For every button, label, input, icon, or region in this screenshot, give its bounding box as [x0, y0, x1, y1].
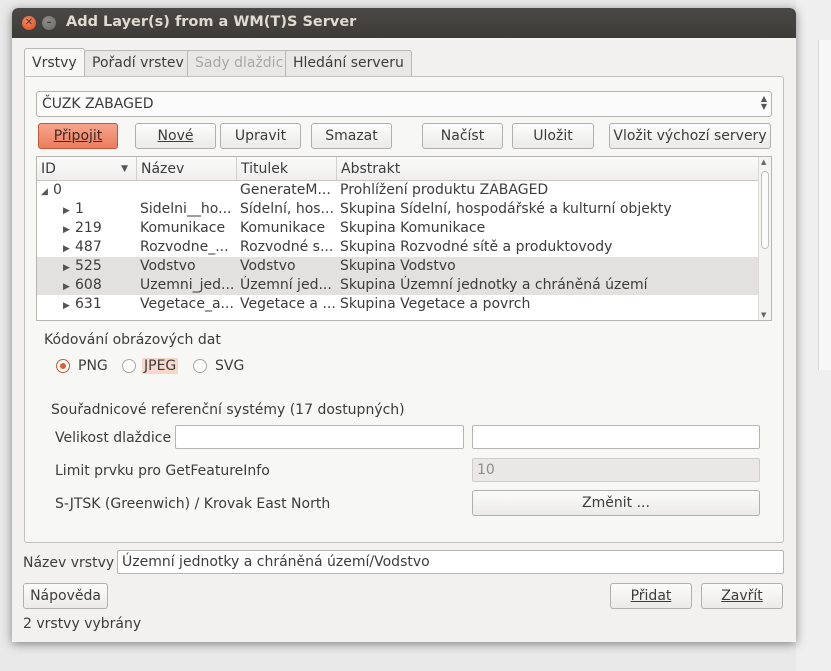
connect-button[interactable]: Připojit [38, 123, 118, 149]
tree-scrollbar[interactable]: ▲ ▼ [758, 157, 771, 320]
collapsed-arrow-icon[interactable]: ▶ [63, 202, 75, 219]
feature-limit-label: Limit prvku pro GetFeatureInfo [55, 463, 270, 479]
close-button[interactable]: Zavřít [701, 583, 783, 609]
table-row[interactable]: ◢ 0 GenerateM... Prohlížení produktu ZABA… [37, 181, 759, 200]
radio-png[interactable] [56, 359, 70, 373]
column-header-title[interactable]: Titulek [237, 157, 337, 181]
window-title: Add Layer(s) from a WM(T)S Server [66, 14, 357, 30]
radio-svg-label[interactable]: SVG [215, 358, 244, 374]
encoding-label: Kódování obrázových dat [44, 332, 221, 348]
tab-layer-order[interactable]: Pořadí vrstev [84, 50, 192, 76]
sort-desc-icon: ▼ [121, 164, 128, 174]
column-header-name[interactable]: Název [137, 157, 237, 181]
change-crs-button[interactable]: Změnit ... [472, 490, 760, 516]
selected-crs-label: S-JTSK (Greenwich) / Krovak East North [55, 496, 331, 512]
column-header-id[interactable]: ID ▼ [37, 157, 137, 181]
background-desktop [796, 0, 831, 671]
expanded-arrow-icon[interactable]: ◢ [41, 183, 53, 200]
collapsed-arrow-icon[interactable]: ▶ [63, 221, 75, 238]
server-select-value: ČUZK ZABAGED [42, 96, 154, 112]
new-button[interactable]: Nové [135, 123, 216, 149]
feature-limit-input[interactable]: 10 [472, 458, 760, 482]
collapsed-arrow-icon[interactable]: ▶ [63, 259, 75, 276]
radio-svg[interactable] [193, 359, 207, 373]
table-row-selected[interactable]: ▶ 608 Uzemni_jed... Územní jed... Skupina… [37, 276, 759, 295]
status-text: 2 vrstvy vybrány [23, 616, 142, 632]
tab-layers[interactable]: Vrstvy [24, 48, 85, 76]
minimize-window-icon[interactable]: – [42, 16, 56, 30]
column-header-abstract[interactable]: Abstrakt [337, 157, 759, 181]
tile-size-label: Velikost dlaždice [55, 430, 172, 446]
table-row[interactable]: ▶ 1 Sidelni__ho... Sídelní, hos... Skupin… [37, 200, 759, 219]
scroll-down-icon[interactable]: ▼ [761, 311, 766, 319]
title-bar[interactable]: ✕ – Add Layer(s) from a WM(T)S Server [12, 8, 796, 38]
delete-button[interactable]: Smazat [311, 123, 392, 149]
spin-arrows-icon: ▲ ▼ [760, 94, 767, 111]
load-button[interactable]: Načíst [422, 123, 503, 149]
tab-server-search[interactable]: Hledání serveru [285, 50, 412, 76]
collapsed-arrow-icon[interactable]: ▶ [63, 278, 75, 295]
table-row[interactable]: ▶ 631 Vegetace_a... Vegetace a ... Skupin… [37, 295, 759, 314]
layer-name-label: Název vrstvy [23, 555, 115, 571]
scroll-up-icon[interactable]: ▲ [761, 158, 766, 166]
crs-summary-label: Souřadnicové referenční systémy (17 dost… [51, 402, 405, 418]
collapsed-arrow-icon[interactable]: ▶ [63, 297, 75, 314]
tree-header: ID ▼ Název Titulek Abstrakt [37, 157, 759, 181]
add-button[interactable]: Přidat [610, 583, 692, 609]
table-row-selected[interactable]: ▶ 525 Vodstvo Vodstvo Skupina Vodstvo [37, 257, 759, 276]
server-select[interactable]: ČUZK ZABAGED ▲ ▼ [36, 91, 772, 117]
collapsed-arrow-icon[interactable]: ▶ [63, 240, 75, 257]
dialog-window: ✕ – Add Layer(s) from a WM(T)S Server Vr… [12, 8, 796, 642]
radio-png-label[interactable]: PNG [78, 358, 108, 374]
radio-jpeg[interactable] [122, 359, 136, 373]
tab-tilesets[interactable]: Sady dlaždic [187, 50, 292, 76]
table-row[interactable]: ▶ 219 Komunikace Komunikace Skupina Komun… [37, 219, 759, 238]
save-button[interactable]: Uložit [512, 123, 594, 149]
layer-name-input[interactable]: Územní jednotky a chráněná území/Vodstvo [117, 550, 784, 574]
background-window-edge [818, 40, 831, 370]
radio-jpeg-label[interactable]: JPEG [142, 358, 179, 374]
scrollbar-thumb[interactable] [761, 171, 769, 249]
close-window-icon[interactable]: ✕ [22, 16, 36, 30]
tile-height-input[interactable] [472, 425, 760, 449]
table-row[interactable]: ▶ 487 Rozvodne_... Rozvodné s... Skupina … [37, 238, 759, 257]
help-button[interactable]: Nápověda [23, 583, 108, 609]
tile-width-input[interactable] [175, 425, 464, 449]
edit-button[interactable]: Upravit [220, 123, 301, 149]
add-default-servers-button[interactable]: Vložit výchozí servery [609, 123, 771, 149]
layers-tree[interactable]: ID ▼ Název Titulek Abstrakt ◢ 0 GenerateM… [36, 156, 772, 321]
